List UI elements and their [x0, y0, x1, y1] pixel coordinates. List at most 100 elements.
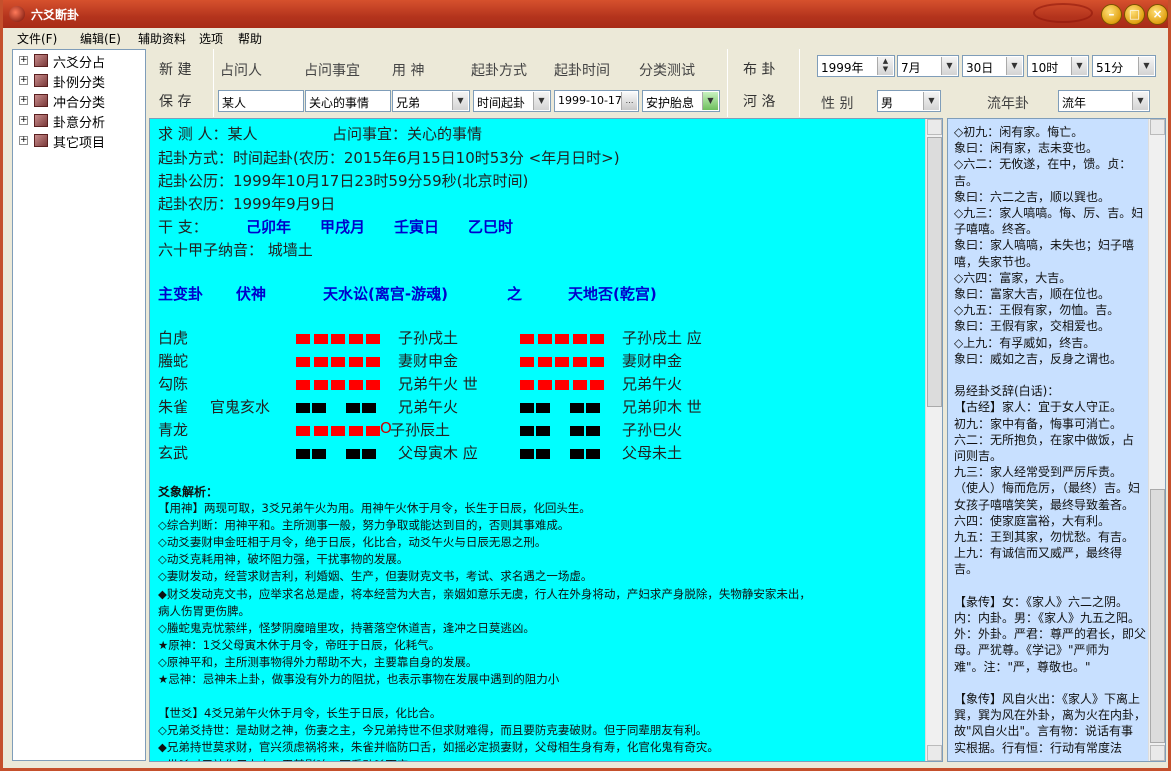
scrollbar-thumb[interactable]: [1150, 489, 1165, 743]
maximize-icon[interactable]: □: [1124, 4, 1145, 25]
yao-segment: [366, 334, 381, 344]
querent-label: 占问人: [220, 63, 262, 79]
method-line: 起卦方式：时间起卦(农历：2015年6月15日10时53分 <年月日时>): [158, 149, 620, 167]
divider: [799, 49, 800, 117]
new-button[interactable]: 新 建: [159, 59, 191, 79]
tree-item[interactable]: + 卦意分析: [19, 112, 147, 131]
notes-line: 巽，巽为风在外卦，离为火在内卦，: [954, 708, 1147, 723]
yao-segment: [348, 380, 363, 390]
yao-line: [520, 334, 608, 344]
chevron-down-icon[interactable]: ▼: [923, 92, 939, 110]
notes-line: 内：内卦。男：《家人》九五之阳。: [954, 611, 1141, 625]
calendar-icon[interactable]: …: [621, 92, 637, 110]
method-label: 起卦方式: [471, 63, 527, 79]
analysis-line: ◇原神平和，主所测事物得外力帮助不大，主要靠自身的发展。: [158, 654, 478, 669]
book-icon: [34, 94, 48, 107]
menu-help[interactable]: 帮助: [238, 30, 262, 47]
yongshen-select[interactable]: 兄弟 ▼: [392, 90, 470, 112]
chevron-down-icon[interactable]: ▼: [1071, 57, 1087, 75]
vertical-scrollbar[interactable]: [925, 119, 942, 761]
expand-icon[interactable]: +: [19, 76, 28, 85]
yongshen-label: 用 神: [392, 63, 425, 79]
tree-item[interactable]: + 卦例分类: [19, 72, 147, 91]
tree-item[interactable]: + 其它项目: [19, 132, 147, 151]
liunian-select[interactable]: 流年 ▼: [1058, 90, 1150, 112]
yao-segment: [572, 380, 587, 390]
window-title: 六爻断卦: [31, 8, 80, 22]
analysis-line: ◇兄弟爻持世：是劫财之神，伤妻之主，今兄弟持世不但求财难得，而且要防克妻破财。但…: [158, 723, 708, 738]
category-label: 分类测试: [639, 63, 695, 79]
yao-line: [296, 426, 384, 436]
toolbar: 新 建 保 存 占问人 占问事宜 用 神 起卦方式 起卦时间 分类测试 某人 关…: [149, 49, 1166, 117]
yao-segment: [520, 334, 534, 344]
menu-edit[interactable]: 编辑(E): [80, 30, 121, 47]
six-god-label: 螣蛇: [158, 352, 189, 370]
yao-segment: [312, 403, 326, 413]
analysis-line: 病人伤胃更伤脾。: [158, 603, 250, 618]
time-picker[interactable]: 1999-10-17…: [554, 90, 639, 112]
book-icon: [34, 114, 48, 127]
time-label: 起卦时间: [554, 63, 610, 79]
yao-segment: [348, 334, 363, 344]
expand-icon[interactable]: +: [19, 96, 28, 105]
minute-select[interactable]: 51分 ▼: [1092, 55, 1156, 77]
notes-line: 难"。注："严，尊敬也。": [954, 659, 1091, 674]
menu-reference[interactable]: 辅助资料: [138, 30, 186, 47]
minimize-icon[interactable]: –: [1101, 4, 1122, 25]
year-spinner[interactable]: 1999年 ▲ ▼: [817, 55, 895, 77]
yao-segment: [555, 380, 570, 390]
scrollbar-thumb[interactable]: [927, 137, 942, 407]
notes-line: 子嘻嘻。终吝。: [954, 222, 1039, 237]
notes-line: 象曰：富家大吉，顺在位也。: [954, 287, 1111, 301]
bugua-button[interactable]: 布 卦: [743, 59, 775, 79]
gender-select[interactable]: 男 ▼: [877, 90, 941, 112]
yao-segment: [536, 449, 550, 459]
six-god-label: 青龙: [158, 421, 189, 439]
scroll-up-icon[interactable]: [927, 119, 942, 135]
chevron-down-icon[interactable]: ▼: [533, 92, 549, 110]
expand-icon[interactable]: +: [19, 56, 28, 65]
chevron-down-icon[interactable]: ▼: [452, 92, 468, 110]
tree-item[interactable]: + 冲合分类: [19, 92, 147, 111]
notes-line: 【象传】风自火出：《家人》下离上: [954, 692, 1141, 706]
hexagram-header: 主变卦: [158, 285, 204, 303]
hexagram-header: 之: [507, 285, 523, 303]
vertical-scrollbar[interactable]: [1148, 119, 1165, 761]
hexagram-changed-name: 天地否(乾宫): [568, 285, 657, 303]
chevron-down-icon[interactable]: ▼: [702, 92, 718, 110]
divider: [213, 49, 214, 117]
tree-item[interactable]: + 六爻分占: [19, 52, 147, 71]
chevron-down-icon[interactable]: ▼: [1132, 92, 1148, 110]
method-select[interactable]: 时间起卦 ▼: [473, 90, 551, 112]
menu-options[interactable]: 选项: [199, 30, 223, 47]
yao-segment: [366, 380, 381, 390]
matter-field[interactable]: 关心的事情: [305, 90, 391, 112]
month-select[interactable]: 7月 ▼: [897, 55, 959, 77]
book-icon: [34, 54, 48, 67]
category-select[interactable]: 安护胎息 ▼: [642, 90, 720, 112]
save-button[interactable]: 保 存: [159, 91, 191, 111]
day-select[interactable]: 30日 ▼: [962, 55, 1024, 77]
querent-field[interactable]: 某人: [218, 90, 304, 112]
menu-file[interactable]: 文件(F): [17, 30, 57, 47]
hour-select[interactable]: 10时 ▼: [1027, 55, 1089, 77]
yao-segment: [520, 426, 534, 436]
spinner-arrows-icon[interactable]: ▲ ▼: [877, 57, 893, 75]
yao-line: [296, 357, 384, 367]
reading-panel[interactable]: 求 测 人：某人 占问事宜：关心的事情 起卦方式：时间起卦(农历：2015年6月…: [149, 118, 943, 762]
scroll-down-icon[interactable]: [1150, 745, 1165, 761]
chevron-down-icon[interactable]: ▼: [1138, 57, 1154, 75]
yao-segment: [313, 426, 328, 436]
yao-segment: [520, 403, 534, 413]
yao-segment: [537, 334, 552, 344]
notes-panel[interactable]: ◇初九：闲有家。悔亡。 象曰：闲有家，志未变也。 ◇六二：无攸遂，在中，馈。贞：吉…: [947, 118, 1166, 762]
expand-icon[interactable]: +: [19, 116, 28, 125]
chevron-down-icon[interactable]: ▼: [1006, 57, 1022, 75]
close-icon[interactable]: ×: [1147, 4, 1168, 25]
heluo-button[interactable]: 河 洛: [743, 91, 775, 111]
analysis-line: ◇动爻克耗用神，破坏阻力强，干扰事物的发展。: [158, 552, 409, 567]
scroll-up-icon[interactable]: [1150, 119, 1165, 135]
expand-icon[interactable]: +: [19, 136, 28, 145]
scroll-down-icon[interactable]: [927, 745, 942, 761]
chevron-down-icon[interactable]: ▼: [941, 57, 957, 75]
